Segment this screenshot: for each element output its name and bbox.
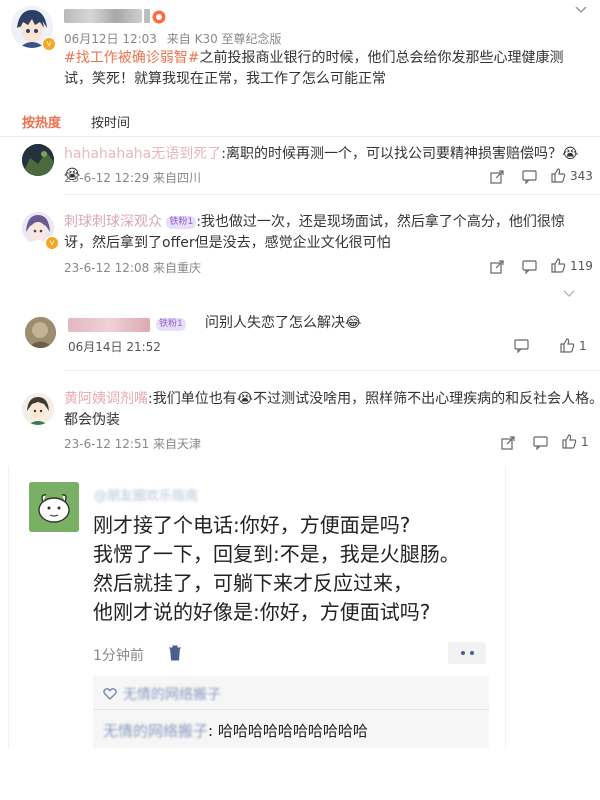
more-options-button[interactable] [448, 642, 486, 664]
card-box-divider [93, 709, 489, 710]
comment-text: 问别人失恋了怎么解决😂 [205, 315, 362, 331]
verified-badge-icon: v [42, 37, 56, 51]
post-date: 06月12日 12:03 [64, 32, 157, 46]
comment-text: 刺球刺球深观众 铁粉1:我也做过一次，还是现场面试，然后拿了个高分，他们很惊讶，… [64, 214, 565, 251]
comment-username[interactable]: hahahahaha无语到死了 [64, 146, 221, 162]
profile-photo-icon [25, 317, 56, 348]
card-line: 刚才接了个电话:你好，方便面是吗? [93, 513, 411, 537]
reply-username[interactable] [68, 318, 150, 332]
comment-icon[interactable] [522, 259, 537, 278]
heart-icon [103, 688, 117, 700]
comment-avatar[interactable] [22, 393, 54, 425]
thumbs-up-icon [560, 338, 575, 353]
comment-meta: 23-6-12 12:51 来自天津 [64, 437, 202, 451]
profile-photo-icon [22, 144, 54, 176]
comment-username[interactable]: 黄阿姨调剂嘴 [64, 391, 148, 407]
post-username-extra [144, 9, 150, 23]
card-line: 他刚才说的好像是:你好，方便面试吗? [93, 600, 431, 624]
sort-by-time-tab[interactable]: 按时间 [91, 112, 130, 131]
reply-text: : 哈哈哈哈哈哈哈哈哈哈 [208, 722, 368, 740]
card-like-row: 无情的网络搬子 [103, 684, 221, 704]
share-icon[interactable] [501, 435, 515, 454]
comment-meta: 06月14日 21:52 [68, 340, 161, 354]
comment-icon[interactable] [522, 169, 537, 188]
liker-name[interactable]: 无情的网络搬子 [123, 684, 221, 704]
post-source: 来自 K30 至尊纪念版 [166, 32, 282, 46]
share-icon[interactable] [490, 259, 504, 278]
topic-link[interactable]: #找工作被确诊弱智# [64, 50, 199, 66]
fan-badge-icon [152, 9, 166, 24]
comment-icon[interactable] [533, 435, 548, 454]
card-avatar[interactable] [29, 482, 79, 532]
like-count: 343 [570, 168, 593, 183]
fan-level-badge: 铁粉1 [156, 318, 186, 331]
comment-meta: 23-6-12 12:08 来自重庆 [64, 261, 202, 275]
comment-divider [64, 194, 600, 195]
comment-text: 黄阿姨调剂嘴:我们单位也有😭不过测试没啥用，照样筛不出心理疾病的和反社会人格。都… [64, 391, 600, 428]
card-body: 刚才接了个电话:你好，方便面是吗? 我愣了一下，回复到:不是，我是火腿肠。 然后… [93, 511, 493, 627]
card-reply-row: 无情的网络搬子: 哈哈哈哈哈哈哈哈哈哈 [103, 720, 368, 741]
like-count: 1 [579, 338, 587, 353]
comment-avatar[interactable] [22, 144, 54, 176]
like-button[interactable]: 343 [551, 168, 593, 183]
cartoon-avatar-icon [29, 482, 79, 532]
comment-meta: 23-6-12 12:29 来自四川 [64, 171, 202, 185]
more-icon[interactable] [563, 283, 575, 297]
comment-username[interactable]: 刺球刺球深观众 [64, 214, 162, 230]
share-icon[interactable] [490, 169, 504, 188]
post-username[interactable] [64, 9, 142, 23]
sort-divider [0, 136, 600, 137]
card-line: 我愣了一下，回复到:不是，我是火腿肠。 [93, 542, 460, 566]
reply-avatar[interactable] [25, 317, 56, 348]
comment-divider [64, 370, 600, 371]
thumbs-up-icon [562, 434, 577, 449]
card-username[interactable]: @朋友圈欢乐指南 [94, 485, 198, 504]
sort-by-hot-tab[interactable]: 按热度 [22, 112, 61, 131]
like-button[interactable]: 1 [560, 338, 587, 353]
thumbs-up-icon [551, 168, 566, 183]
anime-avatar-icon [22, 393, 54, 425]
like-button[interactable]: 1 [562, 434, 589, 449]
thumbs-up-icon [551, 258, 566, 273]
reply-name[interactable]: 无情的网络搬子 [103, 722, 208, 740]
like-button[interactable]: 119 [551, 258, 593, 273]
card-time: 1分钟前 [93, 648, 144, 664]
verified-badge-icon: v [45, 236, 59, 250]
delete-icon[interactable] [168, 645, 182, 665]
fan-level-badge: 铁粉1 [166, 216, 197, 229]
more-chevron-icon[interactable] [574, 0, 588, 14]
like-count: 119 [570, 258, 593, 273]
like-count: 1 [581, 434, 589, 449]
card-line: 然后就挂了，可躺下来才反应过来， [93, 571, 413, 595]
post-text: #找工作被确诊弱智#之前投报商业银行的时候，他们总会给你发那些心理健康测试，笑死… [64, 50, 564, 87]
comment-icon[interactable] [514, 338, 529, 357]
